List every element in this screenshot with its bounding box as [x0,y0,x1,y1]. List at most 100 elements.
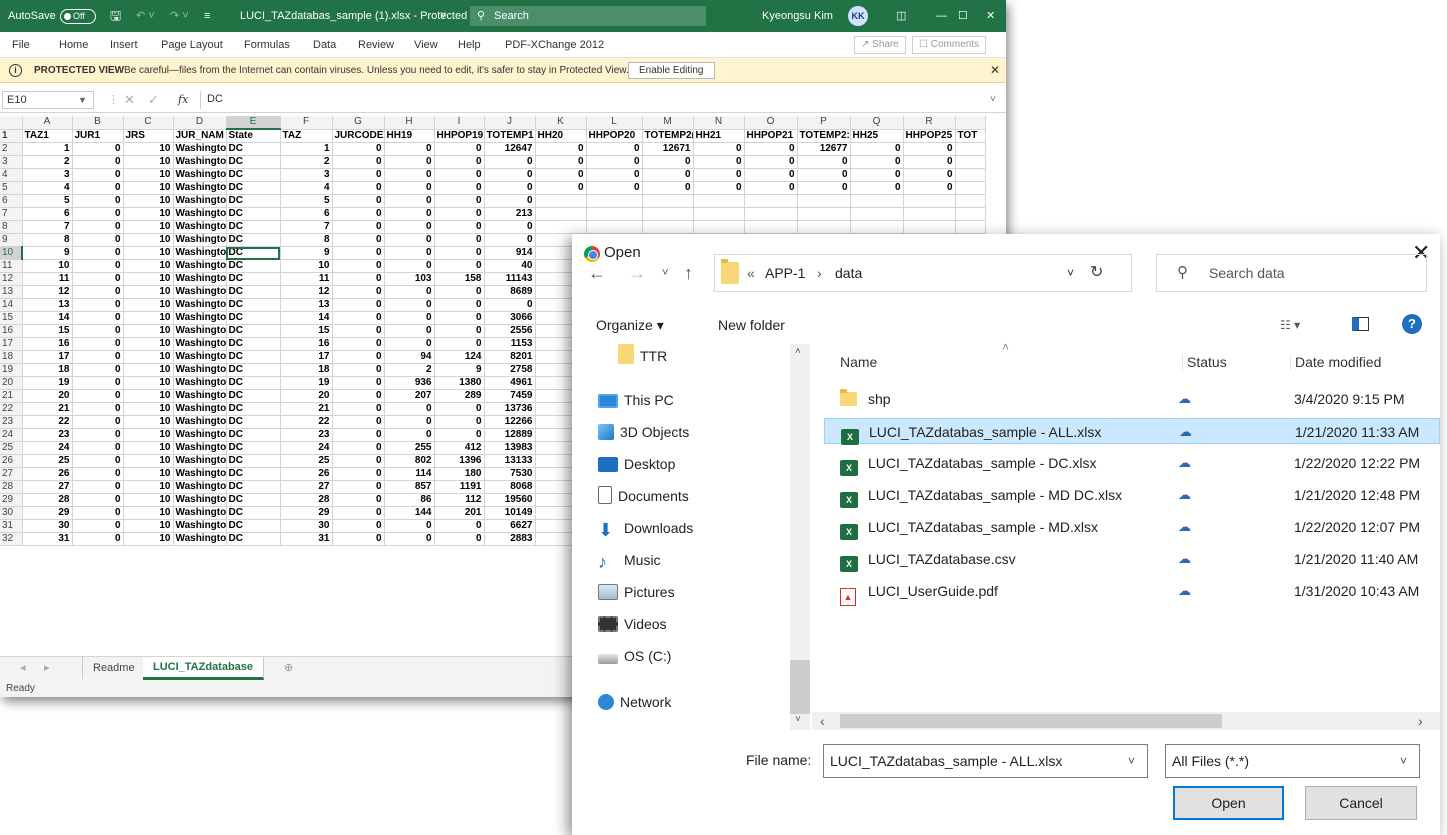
table-cell[interactable]: 9 [434,363,485,377]
table-cell[interactable]: 0 [384,246,435,260]
formula-options-icon[interactable]: ⋮ [108,87,119,113]
table-cell[interactable]: 11143 [484,272,536,286]
column-header-n[interactable]: N [693,116,745,130]
column-header-l[interactable]: L [586,116,643,130]
table-cell[interactable]: 10 [123,246,174,260]
header-cell[interactable]: HHPOP19 [434,129,485,143]
column-header-o[interactable]: O [744,116,798,130]
table-cell[interactable] [903,207,956,221]
table-cell[interactable]: 2883 [484,532,536,546]
sheet-tab-readme[interactable]: Readme [82,657,146,679]
table-cell[interactable]: 0 [434,324,485,338]
table-cell[interactable]: 10 [22,259,73,273]
table-cell[interactable]: Washingto [173,220,227,234]
table-cell[interactable]: 17 [280,350,333,364]
table-cell[interactable]: 0 [384,181,435,195]
table-cell[interactable]: 213 [484,207,536,221]
organize-button[interactable]: Organize ▾ [596,315,664,335]
file-row[interactable]: X LUCI_TAZdatabas_sample - MD.xlsx ☁ 1/22/2… [824,514,1440,540]
table-cell[interactable]: 10 [123,519,174,533]
file-row[interactable]: shp ☁ 3/4/2020 9:15 PM [824,386,1440,412]
nav-scroll-thumb[interactable] [790,660,810,714]
table-cell[interactable] [642,220,694,234]
table-cell[interactable]: 10 [123,506,174,520]
table-cell[interactable]: 10 [123,363,174,377]
tab-review[interactable]: Review [358,32,394,58]
table-cell[interactable]: 0 [434,142,485,156]
table-cell[interactable]: DC [226,402,281,416]
table-cell[interactable] [586,207,643,221]
table-cell[interactable]: 0 [332,168,385,182]
select-all-corner[interactable] [0,116,23,130]
table-cell[interactable]: DC [226,168,281,182]
table-cell[interactable]: 0 [72,259,124,273]
table-cell[interactable]: 12889 [484,428,536,442]
table-cell[interactable]: Washingto [173,285,227,299]
table-cell[interactable]: 12 [22,285,73,299]
table-cell[interactable]: 10 [123,454,174,468]
table-cell[interactable]: 0 [903,155,956,169]
row-header[interactable]: 24 [0,428,23,442]
table-cell[interactable]: Washingto [173,298,227,312]
row-header[interactable]: 25 [0,441,23,455]
table-cell[interactable]: 0 [384,519,435,533]
table-cell[interactable]: 0 [332,181,385,195]
file-row[interactable]: ▲ LUCI_UserGuide.pdf ☁ 1/31/2020 10:43 AM [824,578,1440,606]
table-cell[interactable]: 19 [280,376,333,390]
table-cell[interactable]: 10 [123,493,174,507]
table-cell[interactable]: 0 [72,272,124,286]
table-cell[interactable]: 0 [484,181,536,195]
file-name-input[interactable]: LUCI_TAZdatabas_sample - ALL.xlsx ˅ [823,744,1148,778]
row-header[interactable]: 26 [0,454,23,468]
table-cell[interactable]: DC [226,441,281,455]
undo-icon[interactable]: ↶ ˅ [136,0,155,32]
table-cell[interactable]: 0 [535,168,587,182]
nav-item-videos[interactable]: Videos [598,614,667,634]
table-cell[interactable]: 0 [72,233,124,247]
header-cell[interactable]: JUR_NAM [173,129,227,143]
table-cell[interactable]: 10149 [484,506,536,520]
table-cell[interactable]: 112 [434,493,485,507]
table-cell[interactable]: 20 [280,389,333,403]
table-cell[interactable]: 29 [22,506,73,520]
table-cell[interactable]: Washingto [173,272,227,286]
row-header[interactable]: 21 [0,389,23,403]
ribbon-display-icon[interactable]: ◫ [896,0,906,32]
table-cell[interactable]: 0 [332,220,385,234]
table-cell[interactable]: DC [226,428,281,442]
table-cell[interactable]: Washingto [173,519,227,533]
table-cell[interactable]: 6627 [484,519,536,533]
cancel-button[interactable]: Cancel [1305,786,1417,820]
table-cell[interactable]: 8 [280,233,333,247]
nav-item-music[interactable]: ♪ Music [598,550,661,571]
header-cell[interactable]: TOT [955,129,986,143]
table-cell[interactable]: 158 [434,272,485,286]
tab-help[interactable]: Help [458,32,481,58]
table-cell[interactable]: 0 [72,480,124,494]
table-cell[interactable]: Washingto [173,467,227,481]
table-cell[interactable]: 0 [332,311,385,325]
table-cell[interactable]: 6 [280,207,333,221]
table-cell[interactable]: 3 [280,168,333,182]
header-cell[interactable]: State [226,129,281,143]
table-cell[interactable] [642,194,694,208]
table-cell[interactable]: 10 [123,324,174,338]
table-cell[interactable]: Washingto [173,168,227,182]
table-cell[interactable]: 0 [744,155,798,169]
column-header-a[interactable]: A [22,116,73,130]
table-cell[interactable]: 27 [280,480,333,494]
table-cell[interactable]: 18 [22,363,73,377]
table-cell[interactable]: 13 [280,298,333,312]
table-cell[interactable]: 21 [280,402,333,416]
table-cell[interactable]: DC [226,285,281,299]
row-header[interactable]: 22 [0,402,23,416]
file-name-dropdown-icon[interactable]: ˅ [1128,745,1135,777]
new-folder-button[interactable]: New folder [718,315,785,335]
table-cell[interactable] [850,194,904,208]
table-cell[interactable]: Washingto [173,194,227,208]
table-cell[interactable]: DC [226,259,281,273]
table-cell[interactable]: 0 [434,285,485,299]
table-cell[interactable]: 14 [280,311,333,325]
table-cell[interactable]: 0 [332,207,385,221]
table-cell[interactable]: 0 [434,298,485,312]
